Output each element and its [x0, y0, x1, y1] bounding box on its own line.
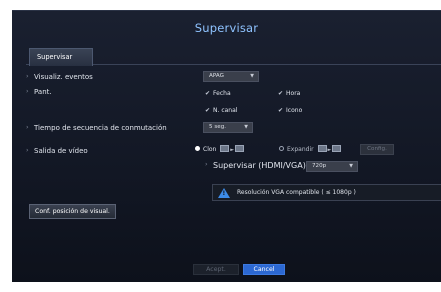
monitor-output-label: Supervisar (HDMI/VGA)	[205, 160, 306, 170]
display-position-button[interactable]: Conf. posición de visual.	[29, 204, 116, 219]
chevron-down-icon: ▼	[250, 74, 254, 79]
radio-dot	[195, 146, 200, 151]
tab-supervisar[interactable]: Supervisar	[29, 48, 93, 66]
cancel-button[interactable]: Cancel	[243, 264, 285, 275]
arrow-icon: ►	[230, 147, 235, 153]
checkbox-icon-label: Icono	[286, 107, 303, 114]
monitor-icon	[235, 145, 245, 152]
check-icon: ✔	[278, 90, 284, 97]
config-button[interactable]: Config.	[360, 144, 394, 155]
warning-icon: !	[218, 188, 230, 198]
event-display-value: APAG	[209, 73, 224, 79]
accept-button[interactable]: Acept.	[193, 264, 239, 275]
vga-warning: ! Resolución VGA compatible ( ≤ 1080p )	[212, 184, 441, 201]
monitor-resolution-value: 720p	[312, 163, 327, 169]
vga-warning-text: Resolución VGA compatible ( ≤ 1080p )	[237, 189, 356, 196]
checkbox-channel-name-label: N. canal	[213, 107, 238, 114]
radio-expand-label: Expandir	[287, 146, 314, 153]
event-display-label: Visualiz. eventos	[26, 72, 93, 81]
check-icon: ✔	[278, 107, 284, 114]
check-icon: ✔	[205, 90, 211, 97]
checkbox-date[interactable]: ✔ Fecha	[205, 90, 231, 97]
sequence-time-value: 5 seg.	[209, 124, 227, 130]
sequence-time-label: Tiempo de secuencia de conmutación	[26, 123, 167, 132]
radio-dot	[279, 146, 284, 151]
monitor-icon	[317, 145, 327, 152]
chevron-down-icon: ▼	[244, 125, 248, 130]
page-title: Supervisar	[194, 21, 259, 35]
arrow-icon: ►	[327, 147, 332, 153]
video-output-label: Salida de vídeo	[26, 146, 88, 155]
monitor-settings-window: Supervisar Supervisar Visualiz. eventos …	[12, 10, 441, 282]
monitor-resolution-dropdown[interactable]: 720p ▼	[306, 161, 358, 172]
monitor-icon	[332, 145, 342, 152]
checkbox-channel-name[interactable]: ✔ N. canal	[205, 107, 237, 114]
monitor-icon	[220, 145, 230, 152]
checkbox-time-label: Hora	[286, 90, 301, 97]
chevron-down-icon: ▼	[349, 164, 353, 169]
checkbox-time[interactable]: ✔ Hora	[278, 90, 300, 97]
radio-expand[interactable]: Expandir ►	[279, 145, 342, 153]
radio-clone-label: Clon	[203, 146, 217, 153]
checkbox-icon[interactable]: ✔ Icono	[278, 107, 302, 114]
check-icon: ✔	[205, 107, 211, 114]
sequence-time-dropdown[interactable]: 5 seg. ▼	[203, 122, 253, 133]
screen-label: Pant.	[26, 87, 52, 96]
event-display-dropdown[interactable]: APAG ▼	[203, 71, 259, 82]
radio-clone[interactable]: Clon ►	[195, 145, 245, 153]
checkbox-date-label: Fecha	[213, 90, 231, 97]
